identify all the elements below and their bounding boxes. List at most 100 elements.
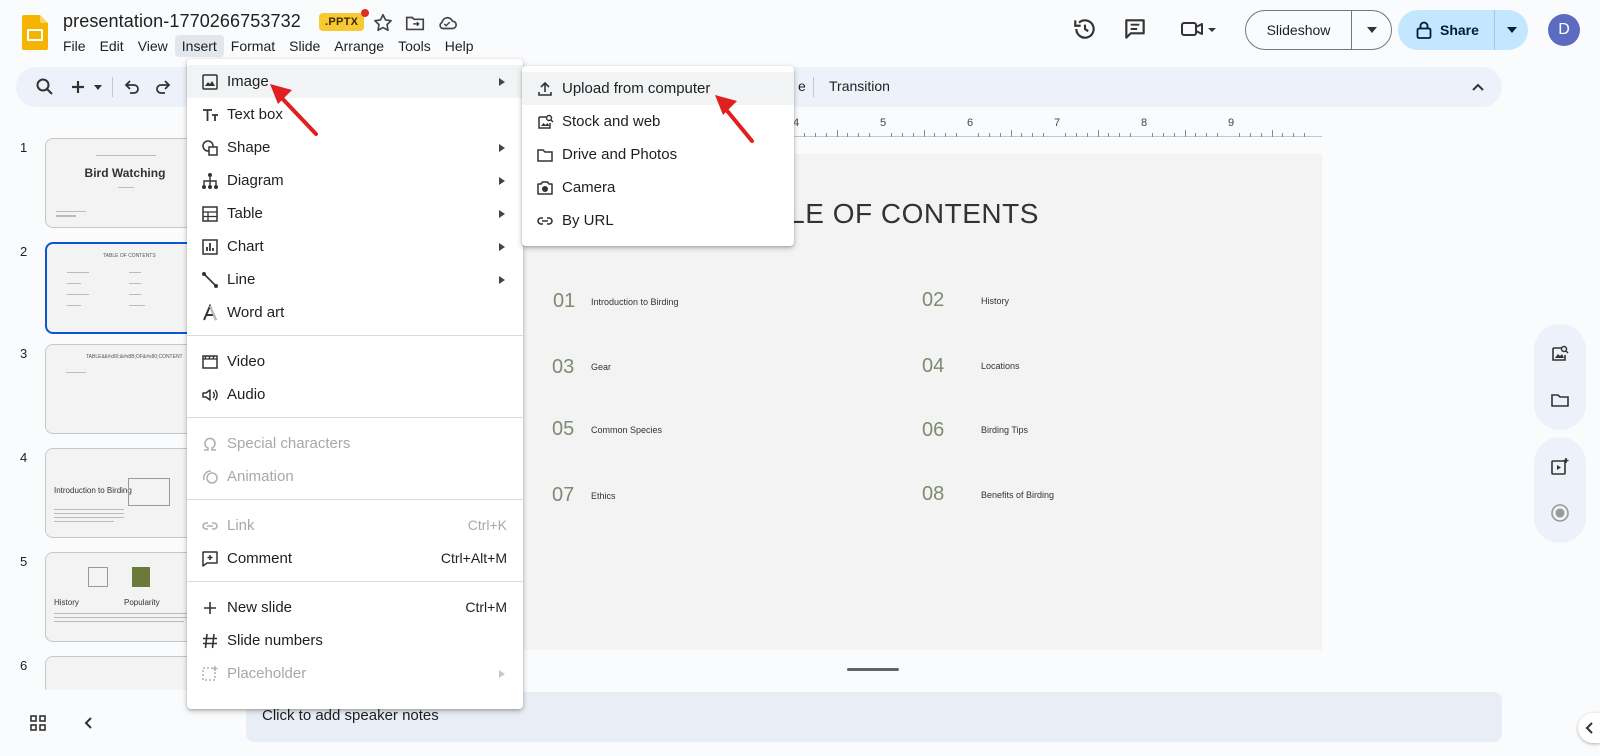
transition-button[interactable]: Transition	[829, 78, 890, 94]
collapse-filmstrip-icon[interactable]	[79, 713, 99, 733]
insert-text-box-item[interactable]: Text box	[187, 98, 523, 131]
folder-icon[interactable]	[1550, 390, 1570, 410]
share-dropdown-button[interactable]	[1495, 27, 1528, 33]
slide-thumbnail-4[interactable]: Introduction to Birding	[45, 448, 205, 538]
grid-view-icon[interactable]	[28, 713, 48, 733]
slideshow-button[interactable]: Slideshow	[1246, 22, 1351, 38]
toc-number: 05	[552, 418, 575, 440]
insert-line-item[interactable]: Line	[187, 263, 523, 296]
ruler-tick	[1217, 133, 1219, 137]
cloud-status-icon[interactable]	[436, 12, 458, 34]
slide-number: 4	[20, 450, 28, 465]
share-button[interactable]: Share	[1398, 21, 1494, 39]
camera-item[interactable]: Camera	[522, 171, 794, 204]
slideshow-dropdown-button[interactable]	[1352, 27, 1391, 33]
thumb-text-line	[96, 155, 156, 156]
account-avatar[interactable]: D	[1548, 14, 1580, 46]
insert-chart-item[interactable]: Chart	[187, 230, 523, 263]
add-video-icon[interactable]	[1550, 457, 1570, 477]
submenu-item-label: By URL	[562, 212, 614, 229]
ruler-tick	[912, 133, 914, 137]
menu-item-label: Image	[227, 73, 269, 90]
menu-item-label: Line	[227, 271, 256, 288]
toc-label: Locations	[981, 361, 1020, 371]
menu-tools[interactable]: Tools	[391, 35, 438, 57]
pptx-badge: .PPTX	[319, 13, 365, 31]
collapse-toolbar-icon[interactable]	[1468, 77, 1488, 97]
insert-comment-item[interactable]: Comment Ctrl+Alt+M	[187, 542, 523, 575]
move-to-folder-icon[interactable]	[404, 12, 426, 34]
insert-slide-numbers-item[interactable]: Slide numbers	[187, 624, 523, 657]
ruler-tick	[1195, 133, 1197, 137]
thumb-text-line	[129, 272, 141, 273]
ruler-tick	[988, 133, 990, 137]
insert-table-item[interactable]: Table	[187, 197, 523, 230]
menu-format[interactable]: Format	[224, 35, 282, 57]
record-icon[interactable]	[1550, 503, 1570, 523]
undo-icon[interactable]	[122, 77, 142, 97]
slideshow-button-group: Slideshow	[1245, 10, 1392, 50]
meet-camera-icon[interactable]	[1180, 16, 1218, 42]
menu-arrange[interactable]: Arrange	[327, 35, 391, 57]
menu-file[interactable]: File	[56, 35, 93, 57]
menu-shortcut: Ctrl+K	[467, 517, 507, 533]
submenu-arrow-icon	[499, 144, 505, 152]
by-url-item[interactable]: By URL	[522, 204, 794, 237]
insert-link-item[interactable]: Link Ctrl+K	[187, 509, 523, 542]
document-title[interactable]: presentation-1770266753732	[63, 11, 301, 32]
toolbar-divider	[813, 77, 814, 97]
side-panel-toggle[interactable]	[1578, 713, 1600, 743]
menu-shortcut: Ctrl+Alt+M	[440, 550, 507, 566]
caret-down-icon[interactable]	[92, 77, 104, 97]
insert-image-item[interactable]: Image	[187, 65, 523, 98]
slide-thumbnail-2[interactable]: TABLE OF CONTENTS	[45, 242, 205, 334]
menu-item-label: Special characters	[227, 435, 351, 452]
slide-thumbnail-6[interactable]	[45, 656, 205, 690]
insert-special-characters-item[interactable]: Special characters	[187, 427, 523, 460]
star-icon[interactable]	[372, 12, 394, 34]
folder-icon	[537, 149, 553, 162]
ruler-tick	[1075, 133, 1077, 137]
menu-slide[interactable]: Slide	[282, 35, 327, 57]
slide-thumbnail-5[interactable]: History Popularity	[45, 552, 205, 642]
thumb-text-line	[54, 517, 124, 518]
submenu-item-label: Drive and Photos	[562, 146, 678, 163]
insert-word-art-item[interactable]: Word art	[187, 296, 523, 329]
insert-audio-item[interactable]: Audio	[187, 378, 523, 411]
menu-item-label: Video	[227, 353, 266, 370]
search-icon[interactable]	[35, 77, 55, 97]
submenu-arrow-icon	[499, 210, 505, 218]
shape-icon	[202, 140, 218, 156]
lock-icon	[1416, 21, 1432, 39]
insert-diagram-item[interactable]: Diagram	[187, 164, 523, 197]
slide-thumbnail-1[interactable]: Bird Watching	[45, 138, 205, 228]
insert-video-item[interactable]: Video	[187, 345, 523, 378]
word-art-icon	[203, 304, 217, 321]
thumb-text-line	[67, 272, 89, 273]
thumb-text-line	[67, 294, 89, 295]
menu-item-label: Audio	[227, 386, 266, 403]
menu-separator	[187, 335, 523, 336]
insert-placeholder-item[interactable]: Placeholder	[187, 657, 523, 690]
link-icon	[537, 217, 553, 225]
comments-icon[interactable]	[1122, 16, 1148, 42]
slide-thumbnail-3[interactable]: TABLEâ&#x80;&#x8B;OF&#x80;CONTENT	[45, 344, 205, 434]
speaker-notes-placeholder: Click to add speaker notes	[262, 707, 439, 724]
new-slide-plus-icon[interactable]	[68, 77, 88, 97]
notes-resize-handle[interactable]	[847, 668, 899, 671]
slide-title[interactable]: BLE OF CONTENTS	[770, 198, 1039, 230]
ruler-tick	[999, 133, 1001, 137]
menu-insert[interactable]: Insert	[174, 35, 224, 57]
version-history-icon[interactable]	[1072, 16, 1098, 42]
image-search-icon[interactable]	[1550, 344, 1570, 364]
insert-animation-item[interactable]: Animation	[187, 460, 523, 493]
insert-shape-item[interactable]: Shape	[187, 131, 523, 164]
ruler-tick	[1097, 130, 1099, 137]
menu-view[interactable]: View	[131, 35, 175, 57]
theme-button-partial[interactable]: e	[798, 78, 806, 94]
menu-help[interactable]: Help	[438, 35, 481, 57]
slides-logo-icon[interactable]	[22, 15, 48, 50]
insert-new-slide-item[interactable]: New slide Ctrl+M	[187, 591, 523, 624]
menu-edit[interactable]: Edit	[93, 35, 131, 57]
redo-icon[interactable]	[153, 77, 173, 97]
